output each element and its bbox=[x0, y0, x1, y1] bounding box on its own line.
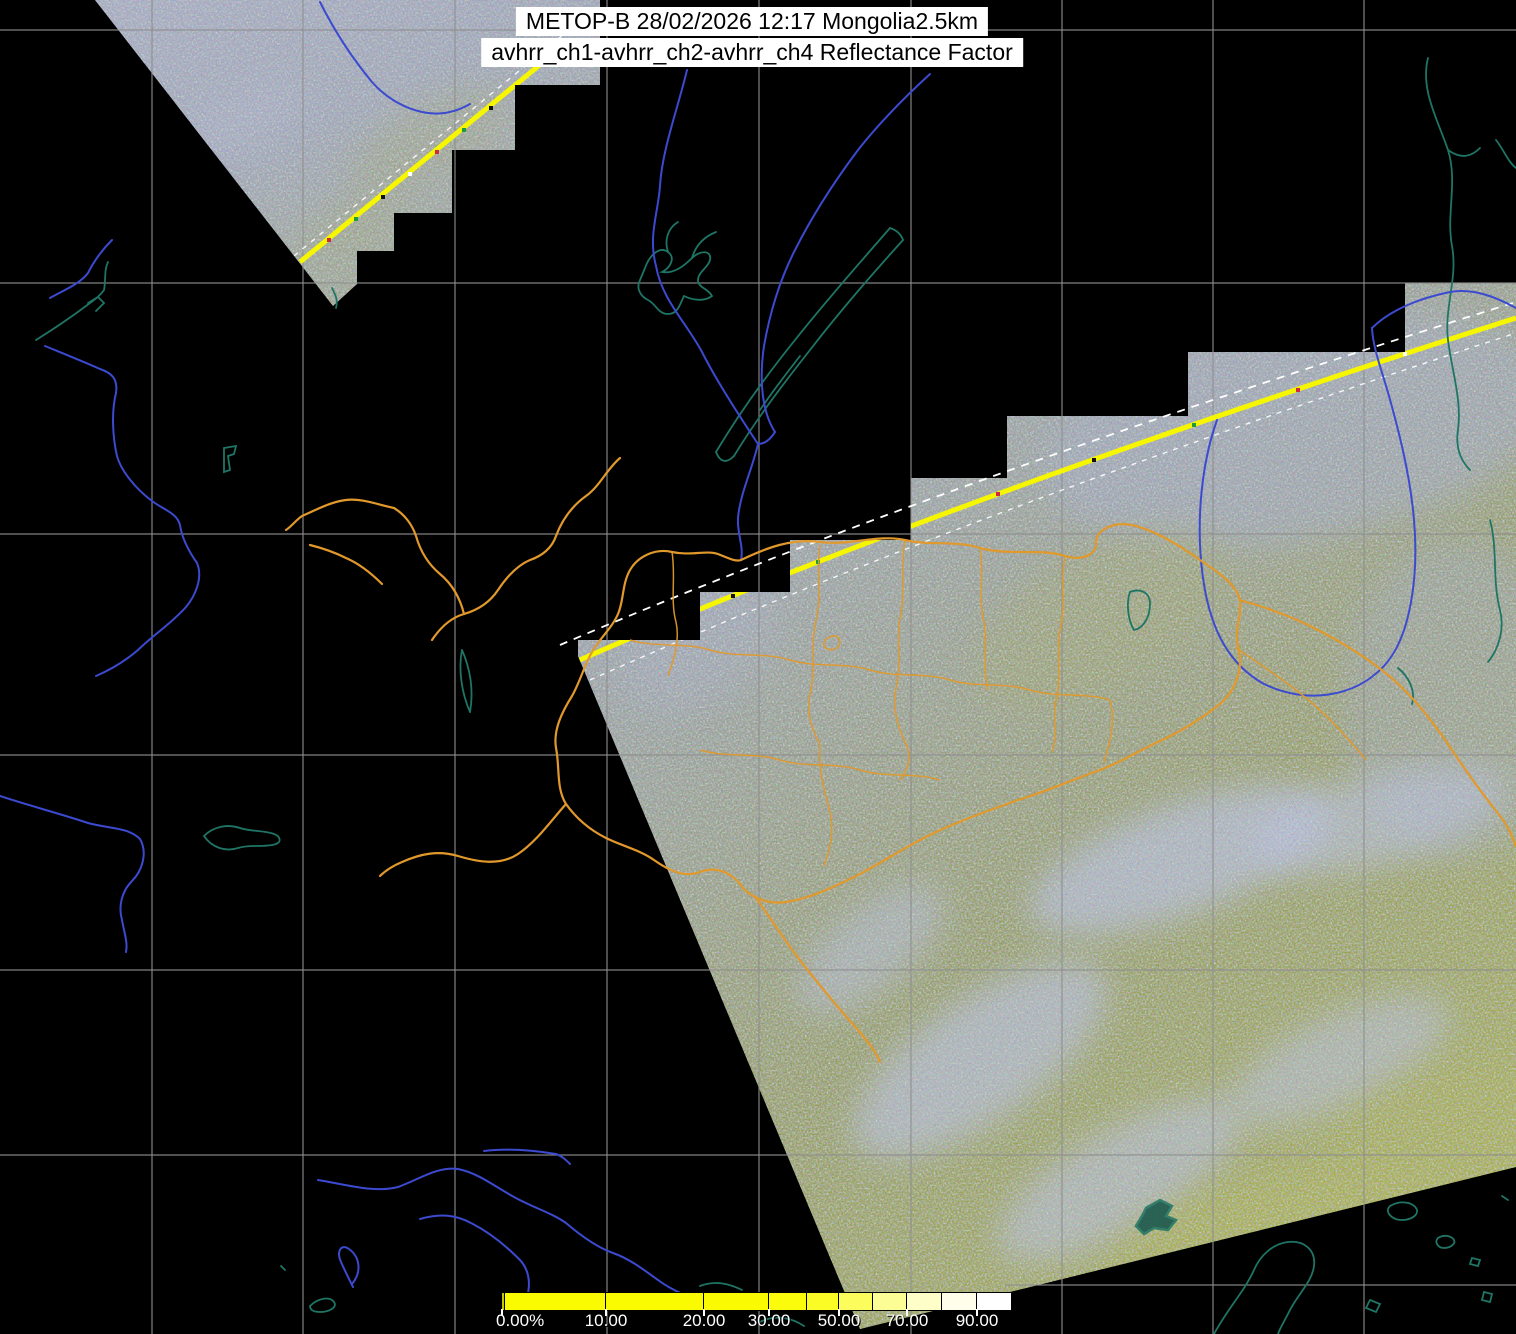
colorbar-segment bbox=[807, 1293, 839, 1310]
colorbar-label: 50.00 bbox=[817, 1311, 861, 1330]
image-subtitle-channels: avhrr_ch1-avhrr_ch2-avhrr_ch4 Reflectanc… bbox=[481, 38, 1023, 67]
colorbar-segment bbox=[769, 1293, 807, 1310]
colorbar-label: 20.00 bbox=[682, 1311, 726, 1330]
colorbar-segment bbox=[505, 1293, 606, 1310]
colorbar-label: 0.00% bbox=[496, 1311, 545, 1330]
colorbar-segment bbox=[942, 1293, 977, 1310]
river-bottom-left bbox=[317, 1167, 711, 1305]
colorbar-segment bbox=[907, 1293, 942, 1310]
colorbar-label: 90.00 bbox=[955, 1311, 999, 1330]
bratsk-reservoir-outline bbox=[637, 249, 714, 315]
image-title: METOP-B 28/02/2026 12:17 Mongolia2.5km bbox=[515, 7, 989, 36]
reflectance-colorbar bbox=[501, 1292, 1012, 1311]
small-lake bbox=[202, 825, 281, 851]
olkhon-island bbox=[759, 355, 801, 411]
colorbar-segment bbox=[704, 1293, 769, 1310]
satellite-image-viewer: METOP-B 28/02/2026 12:17 Mongolia2.5km a… bbox=[0, 0, 1516, 1334]
river-angara bbox=[651, 69, 759, 445]
sensor-noise-texture bbox=[578, 283, 1516, 1329]
colorbar-segment bbox=[977, 1293, 1011, 1310]
map-canvas bbox=[0, 0, 1516, 1334]
colorbar-label: 10.00 bbox=[584, 1311, 628, 1330]
colorbar-segment bbox=[873, 1293, 907, 1310]
colorbar-segment bbox=[606, 1293, 704, 1310]
river-selenga bbox=[736, 443, 759, 561]
border-altai-northwest bbox=[430, 456, 622, 642]
colorbar-label: 30.00 bbox=[747, 1311, 791, 1330]
colorbar-label: 70.00 bbox=[885, 1311, 929, 1330]
satellite-swath-right bbox=[578, 283, 1516, 1329]
colorbar-segment bbox=[839, 1293, 873, 1310]
coastline-bottom-right bbox=[1213, 1240, 1316, 1334]
